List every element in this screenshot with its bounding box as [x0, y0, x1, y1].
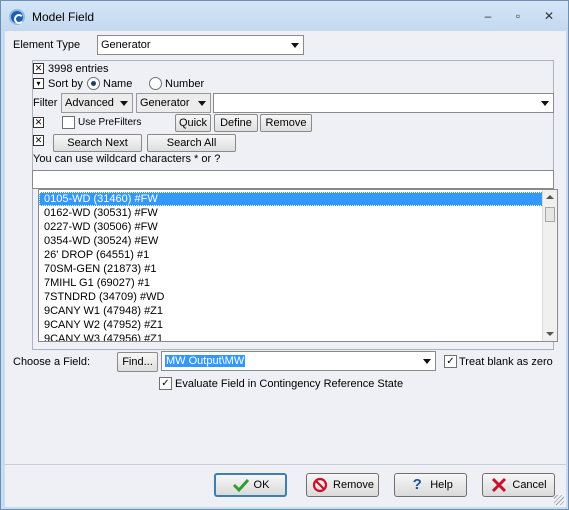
model-field-dialog: Model Field – ▫ ✕ Element Type Generator…: [0, 0, 569, 510]
title-bar: Model Field – ▫ ✕: [1, 1, 568, 31]
filter-mode-select[interactable]: Advanced: [61, 93, 133, 113]
scroll-thumb[interactable]: [545, 207, 555, 222]
maximize-button[interactable]: ▫: [510, 9, 526, 23]
filter-object-select[interactable]: Generator: [136, 93, 211, 113]
search-input[interactable]: [32, 170, 554, 189]
wildcard-hint: You can use wildcard characters * or ?: [33, 153, 221, 165]
ok-button[interactable]: OK: [214, 473, 287, 497]
evaluate-contingency-checkbox[interactable]: ✓: [159, 377, 172, 390]
choose-field-label: Choose a Field:: [13, 356, 91, 368]
chevron-down-icon: [423, 359, 431, 364]
entries-count: 3998 entries: [48, 63, 109, 75]
sort-by-number-label: Number: [165, 78, 205, 90]
field-value: MW Output\MW: [165, 355, 246, 367]
ok-label: OK: [253, 479, 270, 491]
search-all-button[interactable]: Search All: [147, 134, 236, 152]
list-item[interactable]: 0354-WD (30524) #EW: [39, 234, 557, 248]
scroll-up-icon[interactable]: [546, 195, 554, 199]
question-mark-icon: ?: [412, 476, 422, 494]
element-type-value: Generator: [101, 39, 151, 51]
help-label: Help: [430, 479, 453, 491]
app-icon: [9, 9, 25, 25]
filter-mode-value: Advanced: [65, 97, 114, 109]
evaluate-contingency-label: Evaluate Field in Contingency Reference …: [175, 378, 404, 390]
help-button[interactable]: ? Help: [394, 473, 467, 497]
element-type-label: Element Type: [13, 39, 81, 51]
dialog-client-area: Element Type Generator ✕ 3998 entries ▾ …: [5, 31, 566, 507]
list-item[interactable]: 0105-WD (31460) #FW: [39, 192, 543, 206]
sort-by-name-radio[interactable]: [87, 77, 100, 90]
minimize-button[interactable]: –: [480, 9, 496, 23]
window-title: Model Field: [32, 10, 95, 24]
define-button[interactable]: Define: [214, 114, 258, 132]
remove-label: Remove: [333, 479, 374, 491]
search-next-button[interactable]: Search Next: [53, 134, 142, 152]
list-item[interactable]: 0227-WD (30506) #FW: [39, 220, 557, 234]
resize-grip[interactable]: [554, 495, 564, 505]
filter-label: Filter: [33, 97, 58, 109]
list-item[interactable]: 7STNDRD (34709) #WD: [39, 290, 557, 304]
list-item[interactable]: 70SM-GEN (21873) #1: [39, 262, 557, 276]
filter-object-value: Generator: [140, 97, 190, 109]
list-scrollbar[interactable]: [542, 190, 557, 341]
list-item[interactable]: 9CANY W2 (47952) #Z1: [39, 318, 557, 332]
field-select[interactable]: MW Output\MW: [161, 351, 436, 371]
chevron-down-icon: [198, 101, 206, 106]
divider: [5, 464, 566, 465]
chevron-down-icon: [120, 101, 128, 106]
checkmark-icon: [232, 479, 249, 493]
list-item[interactable]: 26' DROP (64551) #1: [39, 248, 557, 262]
quick-button[interactable]: Quick: [175, 114, 211, 132]
sort-by-label: Sort by: [48, 78, 83, 90]
list-item[interactable]: 7MIHL G1 (69027) #1: [39, 276, 557, 290]
chevron-down-icon: [291, 43, 299, 48]
scroll-down-icon[interactable]: [546, 332, 554, 336]
cancel-label: Cancel: [512, 479, 547, 491]
treat-blank-label: Treat blank as zero: [459, 356, 553, 368]
use-prefilters-label: Use PreFilters: [78, 117, 142, 128]
remove-filter-button[interactable]: Remove: [260, 114, 312, 132]
no-entry-icon: [312, 477, 328, 493]
sort-toggle-icon[interactable]: ▾: [33, 78, 44, 89]
treat-blank-checkbox[interactable]: ✓: [444, 355, 457, 368]
list-item[interactable]: 9CANY W1 (47948) #Z1: [39, 304, 557, 318]
sort-by-name-label: Name: [103, 78, 133, 90]
filter-text-select[interactable]: [213, 93, 554, 113]
close-button[interactable]: ✕: [541, 9, 557, 23]
sort-by-number-radio[interactable]: [149, 77, 162, 90]
chevron-down-icon: [541, 101, 549, 106]
find-field-button[interactable]: Find...: [117, 352, 158, 372]
list-item[interactable]: 9CANY W3 (47956) #Z1: [39, 332, 557, 341]
use-prefilters-checkbox[interactable]: [62, 116, 75, 129]
element-type-select[interactable]: Generator: [97, 35, 304, 55]
remove-button[interactable]: Remove: [306, 473, 379, 497]
list-item[interactable]: 0162-WD (30531) #FW: [39, 206, 557, 220]
collapse-prefilters-icon[interactable]: ✕: [33, 117, 44, 128]
cancel-button[interactable]: Cancel: [482, 473, 555, 497]
collapse-entries-icon[interactable]: ✕: [33, 63, 44, 74]
element-list-rows: 0105-WD (31460) #FW 0162-WD (30531) #FW 02…: [39, 190, 557, 341]
element-list[interactable]: 0105-WD (31460) #FW 0162-WD (30531) #FW 02…: [38, 189, 558, 342]
cross-icon: [492, 478, 507, 493]
collapse-search-icon[interactable]: ✕: [33, 135, 44, 146]
